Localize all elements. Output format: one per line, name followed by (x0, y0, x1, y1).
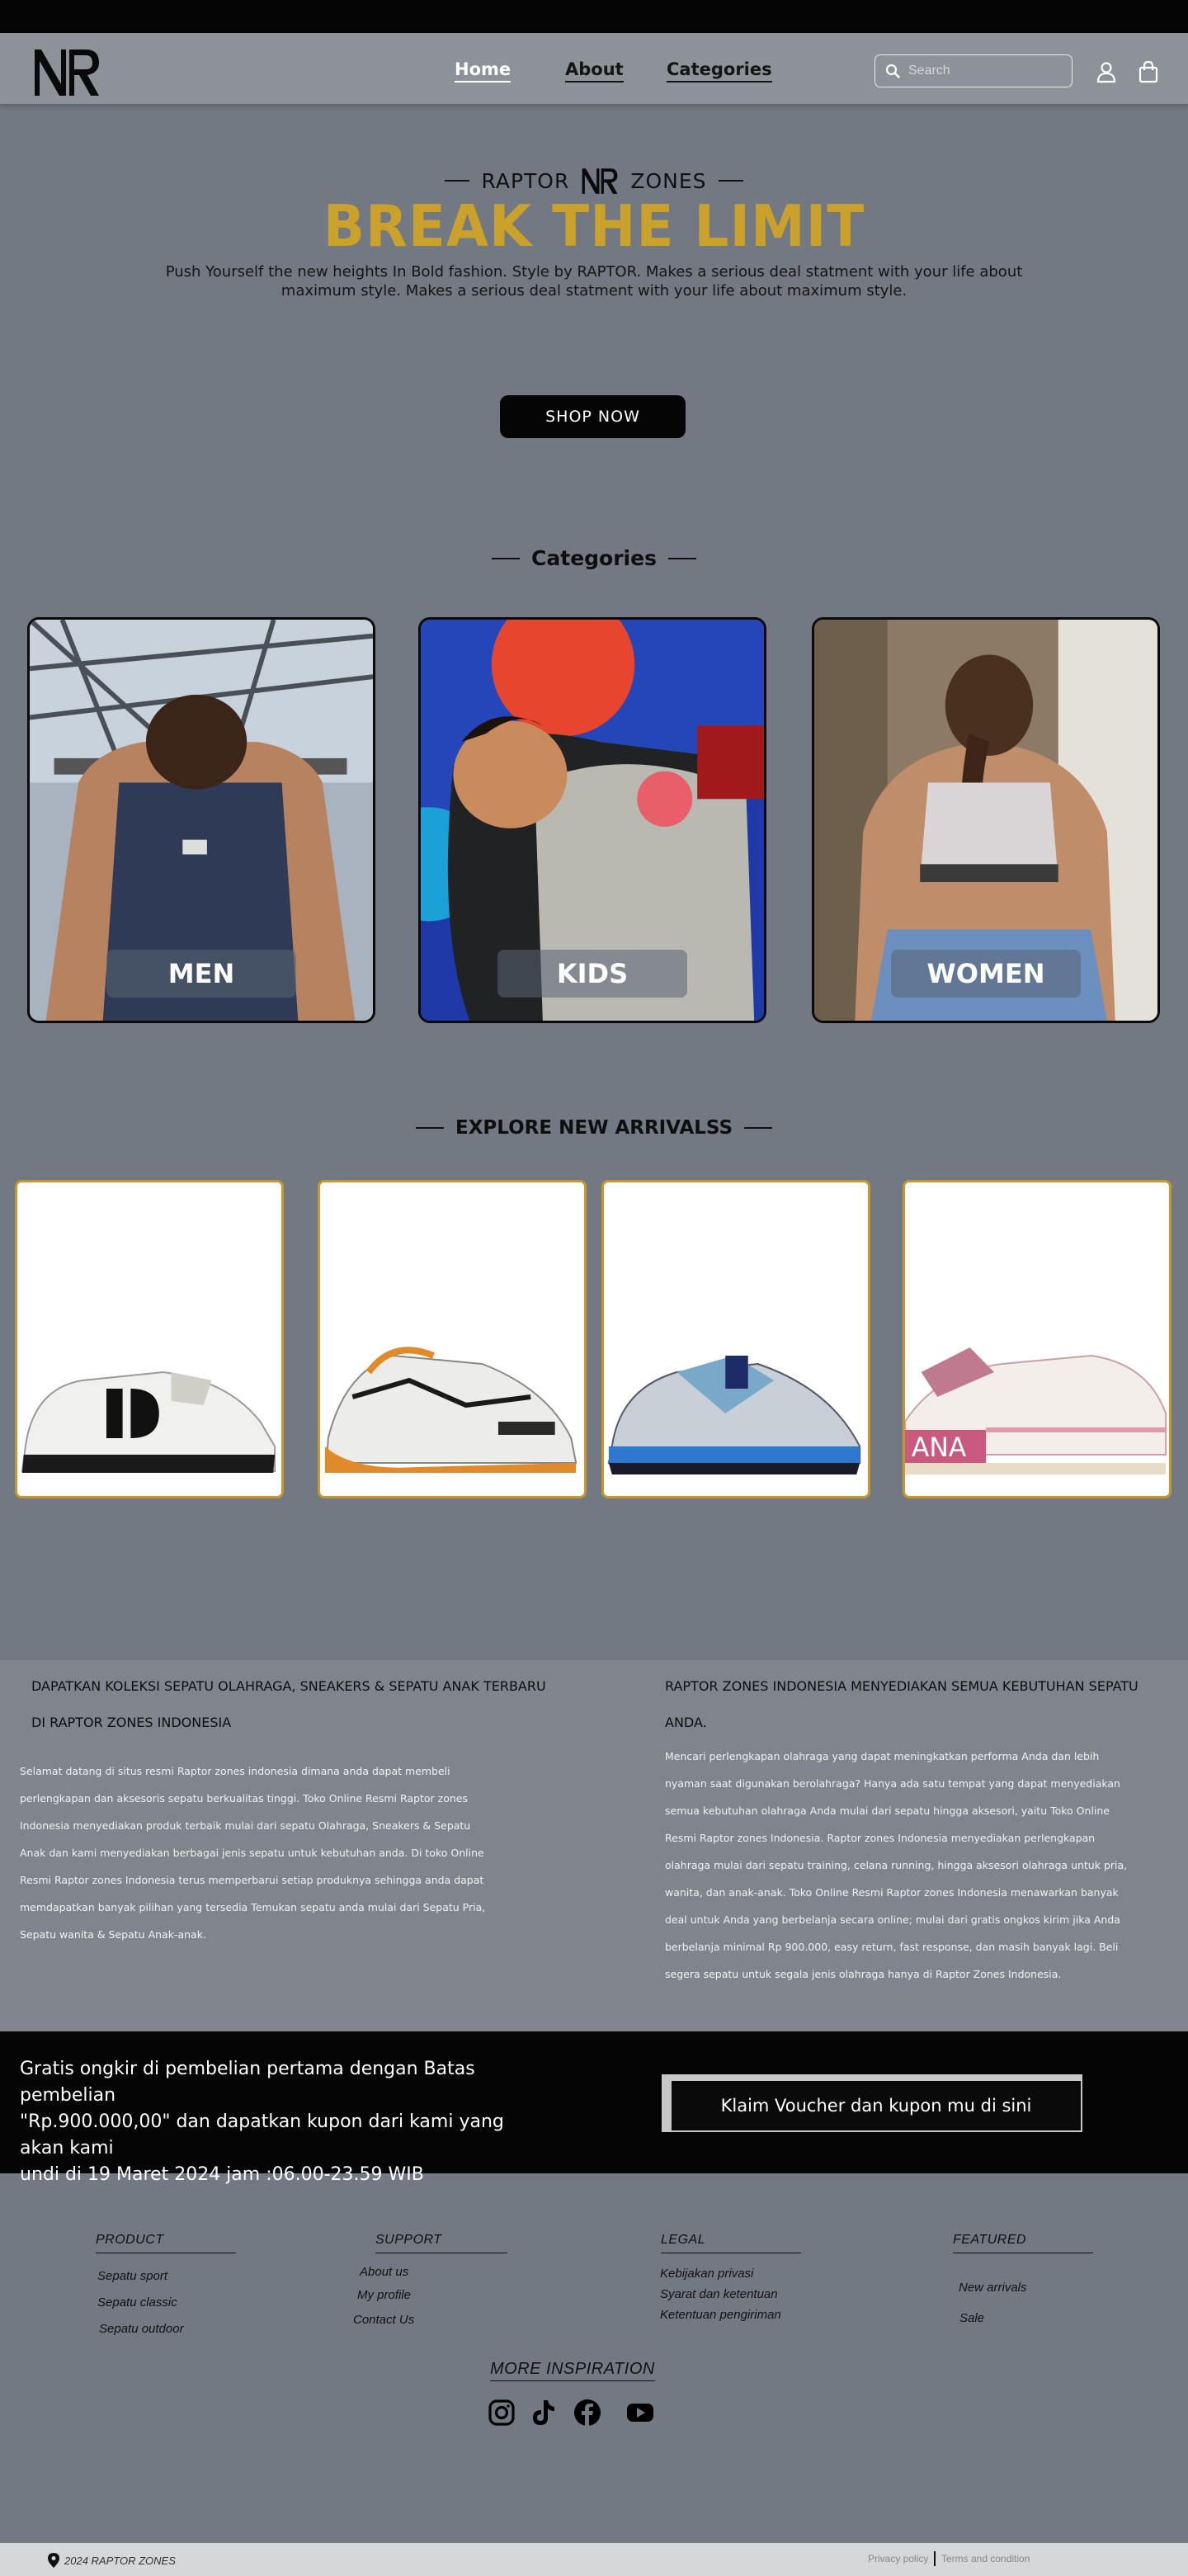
raptor-logo-small (582, 168, 618, 194)
category-label-women: WOMEN (891, 950, 1081, 998)
promo-line: Gratis ongkir di pembelian pertama denga… (20, 2059, 475, 2106)
hero-subtitle: Push Yourself the new heights In Bold fa… (165, 263, 1023, 300)
arrivals-heading: EXPLORE NEW ARRIVALSS (0, 1117, 1188, 1139)
divider (492, 557, 521, 559)
user-icon[interactable] (1094, 59, 1119, 84)
info-left-title-line2: DI RAPTOR ZONES INDONESIA (31, 1715, 232, 1730)
info-right-line: wanita, dan anak-anak. Toko Online Resmi… (665, 1886, 1119, 1899)
privacy-policy-link[interactable]: Privacy policy (868, 2553, 928, 2564)
copyright-text: 2024 RAPTOR ZONES (64, 2554, 176, 2567)
instagram-icon[interactable] (487, 2398, 516, 2427)
nav-categories[interactable]: Categories (667, 59, 772, 83)
footer-link-sepatu-outdoor[interactable]: Sepatu outdoor (99, 2322, 184, 2336)
promo-line: undi di 19 Maret 2024 jam :06.00-23.59 W… (20, 2164, 424, 2185)
divider (718, 180, 743, 182)
product-card[interactable] (318, 1180, 587, 1498)
copyright: 2024 RAPTOR ZONES (48, 2553, 176, 2568)
tiktok-icon[interactable] (529, 2398, 559, 2427)
divider (415, 1127, 444, 1129)
info-right-line: semua kebutuhan olahraga Anda mulai dari… (665, 1805, 1110, 1817)
info-left-line: Sepatu wanita & Sepatu Anak-anak. (20, 1928, 206, 1941)
info-left-body: Selamat datang di situs resmi Raptor zon… (20, 1757, 548, 1948)
info-right-title-line1: RAPTOR ZONES INDONESIA MENYEDIAKAN SEMUA… (665, 1678, 1138, 1694)
category-card-men[interactable]: MEN (27, 617, 375, 1023)
info-right-line: nyaman saat digunakan berolahraga? Hanya… (665, 1777, 1120, 1790)
divider (667, 557, 696, 559)
footer-link-terms[interactable]: Syarat dan ketentuan (660, 2287, 778, 2301)
sneaker-image: ANA (905, 1347, 1167, 1474)
more-inspiration-title: MORE INSPIRATION (490, 2360, 655, 2381)
category-label-men: MEN (106, 950, 296, 998)
footer-legal-title: LEGAL (661, 2233, 801, 2253)
info-left-line: Anak dan kami menyediakan berbagai jenis… (20, 1847, 484, 1859)
top-strip (0, 0, 1188, 33)
shop-now-button[interactable]: SHOP NOW (500, 395, 686, 438)
footer-link-my-profile[interactable]: My profile (357, 2288, 411, 2302)
footer-link-sale[interactable]: Sale (959, 2311, 984, 2325)
categories-heading: Categories (0, 546, 1188, 570)
info-left-heading: DAPATKAN KOLEKSI SEPATU OLAHRAGA, SNEAKE… (31, 1668, 559, 1741)
sneaker-brand-text: ANA (912, 1433, 967, 1463)
info-right-line: Resmi Raptor zones Indonesia. Raptor zon… (665, 1832, 1096, 1844)
footer-link-about-us[interactable]: About us (360, 2265, 408, 2279)
search-icon (885, 64, 900, 78)
info-right-line: berbelanja minimal Rp 900.000, easy retu… (665, 1941, 1119, 1953)
footer-link-contact-us[interactable]: Contact Us (353, 2313, 414, 2327)
info-right-line: Mencari perlengkapan olahraga yang dapat… (665, 1750, 1100, 1762)
search-input[interactable] (908, 64, 1057, 78)
info-left-line: Resmi Raptor zones Indonesia terus mempe… (20, 1874, 484, 1886)
divider (744, 1127, 773, 1129)
footer-link-new-arrivals[interactable]: New arrivals (959, 2281, 1027, 2295)
product-card[interactable] (601, 1180, 870, 1498)
nav-home[interactable]: Home (455, 59, 512, 83)
info-right-line: deal untuk Anda yang berbelanja secara o… (665, 1913, 1120, 1926)
footer-product-title: PRODUCT (96, 2233, 236, 2253)
footer-link-sepatu-classic[interactable]: Sepatu classic (97, 2295, 177, 2309)
promo-line: "Rp.900.000,00" dan dapatkan kupon dari … (20, 2111, 504, 2158)
category-card-women[interactable]: WOMEN (812, 617, 1160, 1023)
hero-title: BREAK THE LIMIT (323, 193, 865, 260)
location-pin-icon (48, 2553, 59, 2568)
youtube-icon[interactable] (625, 2398, 655, 2427)
divider (445, 180, 470, 182)
info-right-title-line2: ANDA. (665, 1715, 707, 1730)
info-left-line: memdapatkan banyak pilihan yang tersedia… (20, 1901, 486, 1913)
categories-title: Categories (531, 546, 657, 570)
promo-text: Gratis ongkir di pembelian pertama denga… (20, 2056, 515, 2188)
brand-left-text: RAPTOR (481, 168, 570, 193)
footer-support-title: SUPPORT (375, 2233, 507, 2253)
hero-brand: RAPTOR ZONES (0, 167, 1188, 195)
product-card[interactable] (15, 1180, 284, 1498)
product-card[interactable]: ANA (903, 1180, 1172, 1498)
claim-voucher-button[interactable]: Klaim Voucher dan kupon mu di sini (662, 2074, 1082, 2132)
search-box[interactable] (874, 54, 1072, 87)
arrivals-title: EXPLORE NEW ARRIVALSS (455, 1117, 733, 1139)
category-label-kids: KIDS (497, 950, 687, 998)
raptor-logo[interactable] (33, 46, 101, 97)
sneaker-image (324, 1347, 578, 1473)
footer-featured-title: FEATURED (953, 2233, 1093, 2253)
divider (934, 2551, 936, 2566)
sneaker-image (607, 1356, 861, 1474)
shopping-bag-icon[interactable] (1136, 59, 1161, 84)
info-left-line: Selamat datang di situs resmi Raptor zon… (20, 1765, 450, 1777)
info-left-line: Indonesia menyediakan produk terbaik mul… (20, 1819, 471, 1832)
info-right-line: segera sepatu untuk segala jenis olahrag… (665, 1968, 1062, 1980)
facebook-icon[interactable] (573, 2398, 602, 2427)
info-right-line: olahraga mulai dari sepatu training, cel… (665, 1859, 1128, 1871)
brand-right-text: ZONES (630, 168, 707, 193)
footer-link-shipping[interactable]: Ketentuan pengiriman (660, 2308, 781, 2322)
sneaker-image (21, 1371, 276, 1473)
footer-link-sepatu-sport[interactable]: Sepatu sport (97, 2269, 167, 2283)
footer-link-privacy[interactable]: Kebijakan privasi (660, 2267, 753, 2281)
info-left-title-line1: DAPATKAN KOLEKSI SEPATU OLAHRAGA, SNEAKE… (31, 1678, 546, 1694)
category-card-kids[interactable]: KIDS (418, 617, 766, 1023)
info-left-line: perlengkapan dan aksesoris sepatu berkua… (20, 1792, 468, 1805)
nav-about[interactable]: About (565, 59, 624, 83)
info-right-heading: RAPTOR ZONES INDONESIA MENYEDIAKAN SEMUA… (665, 1668, 1176, 1741)
info-right-body: Mencari perlengkapan olahraga yang dapat… (665, 1743, 1176, 1988)
terms-link[interactable]: Terms and condition (941, 2553, 1030, 2564)
